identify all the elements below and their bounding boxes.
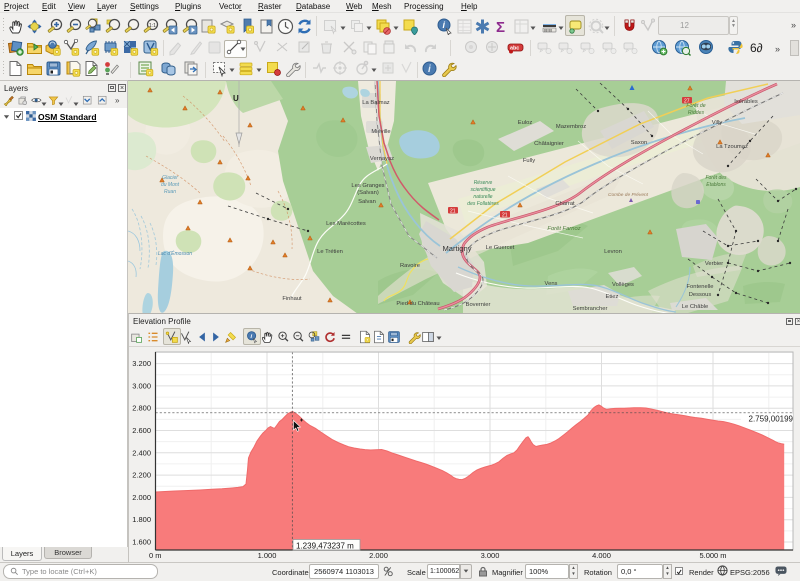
svg-text:5.000 m: 5.000 m [699, 551, 726, 560]
svg-text:Forêt de: Forêt de [686, 103, 705, 109]
svg-text:Sembrancher: Sembrancher [573, 306, 608, 312]
svg-text:Salvan: Salvan [358, 199, 376, 205]
svg-text:3.000: 3.000 [132, 381, 151, 390]
svg-text:Forêt des: Forêt des [705, 175, 727, 181]
svg-text:3.000: 3.000 [481, 551, 500, 560]
svg-text:Le Guercet: Le Guercet [486, 245, 515, 251]
svg-text:2.800: 2.800 [132, 404, 151, 413]
svg-text:du Mont: du Mont [161, 182, 180, 188]
svg-text:1.239,473237 m: 1.239,473237 m [296, 541, 354, 550]
svg-text:naturelle: naturelle [473, 194, 492, 200]
svg-text:Châtaignier: Châtaignier [534, 141, 564, 147]
svg-text:Charrat: Charrat [555, 201, 575, 207]
svg-text:Euloz: Euloz [518, 120, 533, 126]
svg-text:Riddes: Riddes [688, 110, 705, 116]
svg-text:1.000: 1.000 [258, 551, 277, 560]
svg-text:3.200: 3.200 [132, 359, 151, 368]
svg-text:scientifique: scientifique [470, 187, 495, 193]
svg-text:Ruan: Ruan [164, 189, 176, 195]
svg-text:Etiez: Etiez [606, 294, 619, 300]
svg-text:2.600: 2.600 [132, 426, 151, 435]
svg-text:Vernayaz: Vernayaz [370, 156, 394, 162]
svg-text:1.800: 1.800 [132, 515, 151, 524]
svg-text:Lac d'Émosson: Lac d'Émosson [158, 250, 192, 257]
svg-text:Réserve: Réserve [474, 180, 493, 186]
svg-text:Bovernier: Bovernier [466, 302, 491, 308]
svg-text:Fontenelle: Fontenelle [686, 284, 713, 290]
svg-text:2.000: 2.000 [369, 551, 388, 560]
svg-text:Forêt Farnoz: Forêt Farnoz [547, 226, 580, 232]
svg-text:Glacier: Glacier [162, 175, 178, 181]
svg-text:Vens: Vens [545, 281, 558, 287]
svg-text:Les Marécottes: Les Marécottes [326, 221, 366, 227]
svg-text:2.759,00199: 2.759,00199 [749, 414, 794, 423]
svg-text:0 m: 0 m [149, 551, 162, 560]
svg-text:Isérables: Isérables [734, 99, 758, 105]
svg-text:2.200: 2.200 [132, 471, 151, 480]
svg-text:La Tzoumaz: La Tzoumaz [716, 144, 748, 150]
svg-text:Le Châble: Le Châble [682, 304, 708, 310]
svg-text:Saxon: Saxon [631, 140, 647, 146]
svg-text:Verbier: Verbier [705, 261, 723, 267]
svg-text:21: 21 [450, 208, 456, 214]
svg-text:Etablons: Etablons [706, 182, 726, 188]
svg-text:Levron: Levron [604, 249, 622, 255]
svg-text:Finhaut: Finhaut [282, 296, 302, 302]
svg-text:1:1: 1:1 [149, 23, 156, 29]
svg-text:Fully: Fully [523, 158, 535, 164]
svg-text:2.400: 2.400 [132, 448, 151, 457]
svg-text:des Follatères: des Follatères [467, 201, 499, 207]
svg-text:Pied du Château: Pied du Château [396, 301, 439, 307]
svg-text:Σ: Σ [496, 19, 505, 35]
svg-text:Martigny: Martigny [442, 244, 471, 253]
svg-text:Combe de Prévent: Combe de Prévent [608, 192, 649, 198]
svg-text:Miéville: Miéville [371, 129, 390, 135]
svg-text:Les Granges: Les Granges [351, 183, 384, 189]
svg-text:La Balmaz: La Balmaz [362, 100, 389, 106]
svg-text:Le Trétien: Le Trétien [317, 249, 343, 255]
svg-text:Ravoire: Ravoire [400, 263, 420, 269]
svg-text:(Salvan): (Salvan) [357, 190, 379, 196]
svg-text:88 88: 88 88 [544, 29, 552, 33]
svg-text:Mazembroz: Mazembroz [556, 124, 586, 130]
svg-text:6∂: 6∂ [750, 41, 763, 55]
svg-text:Vollèges: Vollèges [612, 282, 634, 288]
svg-text:2.000: 2.000 [132, 493, 151, 502]
svg-text:1.600: 1.600 [132, 538, 151, 547]
svg-text:21: 21 [502, 212, 508, 218]
svg-text:U: U [233, 94, 239, 103]
svg-text:4.000: 4.000 [592, 551, 611, 560]
svg-text:Dessous: Dessous [689, 292, 712, 298]
svg-text:Villy: Villy [712, 120, 723, 126]
svg-text:i: i [428, 64, 431, 75]
